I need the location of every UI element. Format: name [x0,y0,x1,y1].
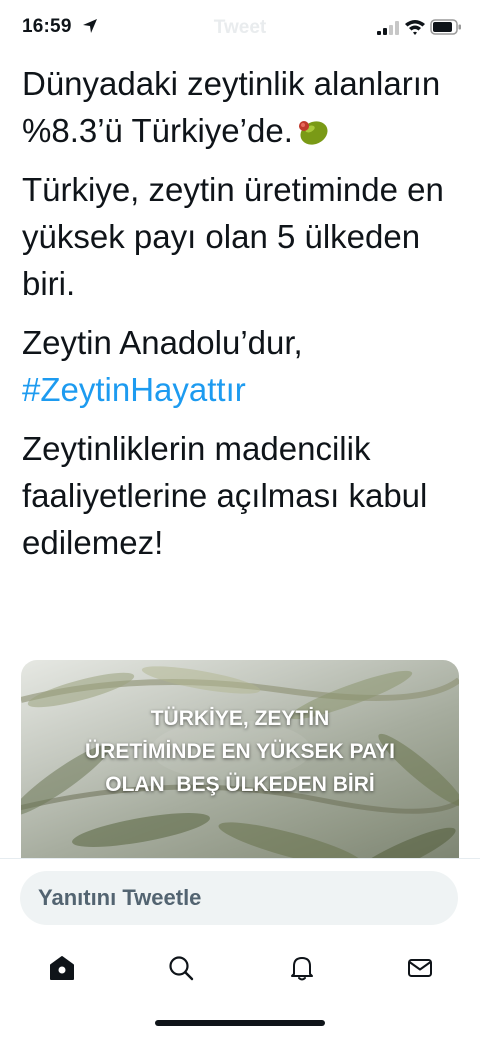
tweet-paragraph: Türkiye, zeytin üretiminde en yüksek pay… [22,171,444,302]
tab-messages[interactable] [404,952,436,984]
wifi-icon [405,20,425,35]
tab-notifications[interactable] [286,952,318,984]
tweet-paragraph: Zeytinliklerin madencilik faaliyetlerine… [22,430,428,561]
tweet-paragraph: Dünyadaki zeytinlik alanların %8.3’ü Tür… [22,65,441,149]
cellular-signal-icon [377,21,399,35]
tweet-media-image[interactable]: TÜRKİYE, ZEYTİN ÜRETİMİNDE EN YÜKSEK PAY… [21,660,459,870]
reply-input[interactable] [20,871,458,925]
home-icon [50,956,74,980]
tab-search[interactable] [165,952,197,984]
status-bar: 16:59 Tweet [0,0,480,58]
battery-icon [430,19,461,35]
messages-envelope-icon [408,959,432,977]
notifications-bell-icon [291,957,313,981]
hashtag-link[interactable]: #ZeytinHayattır [22,371,246,408]
media-caption: TÜRKİYE, ZEYTİN ÜRETİMİNDE EN YÜKSEK PAY… [84,707,395,796]
tweet-paragraph: Zeytin Anadolu’dur, #ZeytinHayattır [22,324,303,408]
reply-bar [0,859,480,939]
olive-icon [298,121,328,145]
tweet-body: Dünyadaki zeytinlik alanların %8.3’ü Tür… [22,60,462,578]
tab-home[interactable] [46,952,78,984]
home-indicator [155,1020,325,1026]
bottom-tab-bar [0,940,480,1000]
search-icon [169,956,194,981]
